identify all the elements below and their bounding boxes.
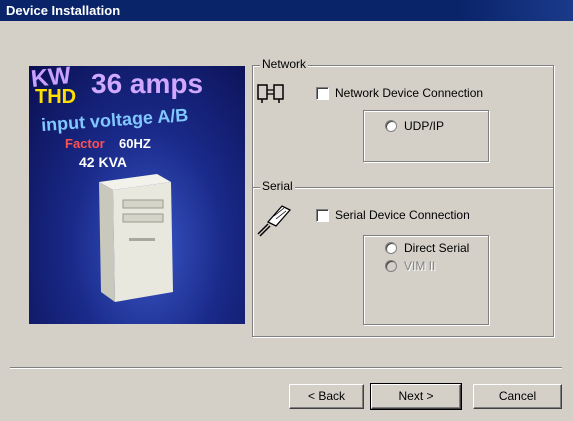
window-title: Device Installation [6,3,121,18]
network-device-label[interactable]: Network Device Connection [335,86,483,100]
network-device-checkbox[interactable] [316,87,329,100]
back-button[interactable]: < Back [289,384,364,409]
button-separator [10,367,562,369]
vim-ii-label: VIM II [404,259,436,273]
udp-ip-label[interactable]: UDP/IP [404,119,444,133]
serial-device-label[interactable]: Serial Device Connection [335,208,470,222]
cancel-button[interactable]: Cancel [473,384,562,409]
server-tower-icon [99,174,173,302]
serial-device-checkbox[interactable] [316,209,329,222]
direct-serial-radio[interactable] [385,242,397,254]
next-button[interactable]: Next > [370,383,462,410]
serial-legend: Serial [260,179,295,193]
serial-cable-icon [257,205,292,237]
vim-ii-radio [385,260,397,272]
direct-serial-label[interactable]: Direct Serial [404,241,469,255]
network-connection-icon [257,84,284,103]
network-legend: Network [260,57,309,71]
udp-ip-radio[interactable] [385,120,397,132]
device-illustration: KW 36 amps THD input voltage A/B Factor … [29,66,245,324]
network-options-box [363,110,489,162]
title-bar: Device Installation [0,0,573,21]
